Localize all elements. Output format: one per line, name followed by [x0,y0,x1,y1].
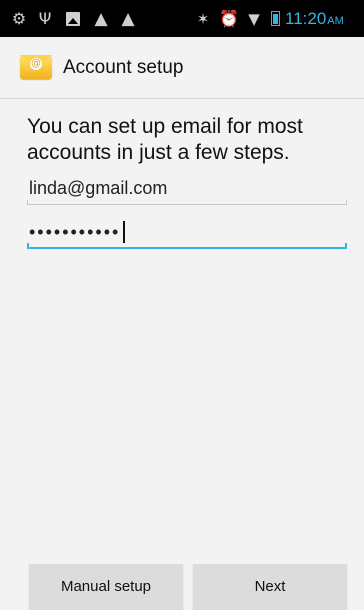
action-bar: @ Account setup [0,37,364,99]
status-clock: 11:20AM [285,0,344,37]
warning-icon: ▲ [94,8,108,29]
at-sign-icon: @ [30,58,42,70]
text-cursor [123,221,126,243]
account-setup-form: You can set up email for most accounts i… [0,99,364,610]
alarm-icon: ⏰ [219,9,239,28]
warning-icon: ▲ [121,8,135,29]
manual-setup-button[interactable]: Manual setup [29,564,183,610]
status-bar: ⚙ Ψ ▲ ▲ ✶ ⏰ ▼ 11:20AM [0,0,364,37]
picture-notification-icon [62,0,84,37]
battery-charging-icon [268,0,282,37]
wifi-icon: ▼ [248,9,260,28]
password-field[interactable]: ••••••••••• [27,219,347,249]
usb-debug-icon: ⚙ [11,9,27,28]
action-bar-title: Account setup [63,57,184,78]
password-field-value: ••••••••••• [29,222,121,242]
email-field-value: linda@gmail.com [29,178,168,198]
usb-icon: Ψ [38,9,52,28]
clock-time: 11:20 [285,9,327,28]
email-app-icon[interactable]: @ [20,55,52,79]
clock-ampm: AM [327,15,344,27]
email-field[interactable]: linda@gmail.com [27,175,347,205]
intro-text: You can set up email for most accounts i… [27,115,303,164]
next-button[interactable]: Next [193,564,347,610]
bluetooth-icon: ✶ [196,9,210,28]
